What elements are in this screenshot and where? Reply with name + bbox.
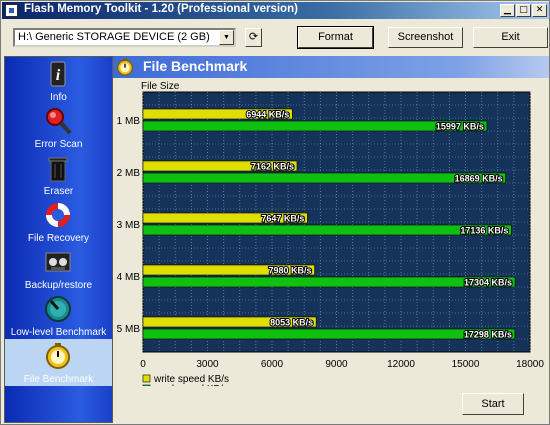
read-speed-bar [142, 172, 506, 184]
category-label: 3 MB [117, 220, 141, 231]
device-select[interactable]: H:\ Generic STORAGE DEVICE (2 GB) ▼ [13, 28, 236, 47]
exit-button[interactable]: Exit [473, 27, 548, 48]
bar-value-label: 6944 KB/s [246, 110, 289, 120]
stopwatch-icon [46, 343, 70, 369]
legend-swatch [142, 384, 151, 386]
sidebar-item-label: Error Scan [34, 139, 83, 150]
refresh-icon: ⟳ [248, 31, 259, 43]
sidebar-item-error-scan[interactable]: Error Scan [5, 104, 112, 151]
read-speed-bar [142, 224, 512, 236]
sidebar-item-label: File Recovery [27, 233, 90, 244]
sidebar: i Info Error Scan Eraser File Recovery B… [4, 56, 113, 423]
title-bar[interactable]: Flash Memory Toolkit - 1.20 (Professiona… [2, 2, 549, 19]
main-panel: File Benchmark File Size 1 MB 2 MB 3 MB 4 M… [113, 56, 549, 423]
trash-icon [48, 157, 68, 182]
x-tick-label: 3000 [196, 359, 219, 370]
x-tick-label: 15000 [452, 359, 480, 370]
bar-value-label: 7647 KB/s [261, 214, 304, 224]
category-label: 1 MB [117, 116, 141, 127]
sidebar-item-backup-restore[interactable]: Backup/restore [5, 245, 112, 292]
maximize-button[interactable]: □ [516, 4, 531, 17]
start-button[interactable]: Start [462, 393, 524, 415]
app-window: Flash Memory Toolkit - 1.20 (Professiona… [0, 0, 550, 425]
svg-text:i: i [56, 67, 61, 84]
bar-value-label: 7980 KB/s [269, 266, 312, 276]
benchmark-chart: File Size 1 MB 2 MB 3 MB 4 MB 5 MB 6944 KB/s… [117, 81, 544, 386]
category-label: 5 MB [117, 324, 141, 335]
legend-swatch [142, 374, 151, 383]
bar-value-label: 17304 KB/s [464, 278, 512, 288]
read-speed-bar [142, 276, 516, 288]
close-button[interactable]: ✕ [532, 4, 547, 17]
window-title: Flash Memory Toolkit - 1.20 (Professiona… [24, 3, 298, 15]
category-label: 4 MB [117, 272, 141, 283]
device-select-value: H:\ Generic STORAGE DEVICE (2 GB) [18, 31, 210, 43]
magnifier-icon [46, 108, 72, 135]
bar-value-label: 17136 KB/s [460, 226, 508, 236]
format-button[interactable]: Format [297, 26, 374, 49]
sidebar-item-file-benchmark[interactable]: File Benchmark [5, 339, 112, 386]
legend-label: read speed KB/s [154, 384, 228, 386]
x-tick-label: 6000 [261, 359, 284, 370]
minimize-button[interactable]: ▁ [500, 4, 515, 17]
screenshot-button[interactable]: Screenshot [388, 27, 463, 48]
chevron-down-icon[interactable]: ▼ [219, 30, 234, 45]
gauge-icon [45, 296, 71, 322]
sidebar-item-label: Eraser [43, 186, 74, 197]
sidebar-item-eraser[interactable]: Eraser [5, 151, 112, 198]
bar-value-label: 8053 KB/s [270, 318, 313, 328]
sidebar-item-low-level-benchmark[interactable]: Low-level Benchmark [5, 292, 112, 339]
sidebar-item-label: Backup/restore [24, 280, 93, 291]
refresh-button[interactable]: ⟳ [245, 28, 262, 47]
x-tick-label: 0 [140, 359, 146, 370]
sidebar-item-info[interactable]: i Info [5, 57, 112, 104]
bar-value-label: 7162 KB/s [251, 162, 294, 172]
read-speed-bar [142, 328, 516, 340]
x-tick-label: 9000 [325, 359, 348, 370]
bar-value-label: 15997 KB/s [436, 122, 484, 132]
sidebar-item-label: File Benchmark [23, 374, 94, 385]
x-tick-label: 12000 [387, 359, 415, 370]
sidebar-item-file-recovery[interactable]: File Recovery [5, 198, 112, 245]
category-label: 2 MB [117, 168, 141, 179]
bar-value-label: 17298 KB/s [464, 330, 512, 340]
app-icon [5, 4, 18, 17]
sidebar-item-label: Low-level Benchmark [10, 327, 107, 338]
y-axis-title: File Size [141, 81, 180, 92]
sidebar-item-label: Info [50, 92, 67, 103]
toolbar: H:\ Generic STORAGE DEVICE (2 GB) ▼ ⟳ Fo… [2, 19, 549, 56]
lifebuoy-icon [46, 203, 70, 227]
x-tick-label: 18000 [516, 359, 544, 370]
tape-icon [45, 252, 71, 272]
bar-value-label: 16869 KB/s [455, 174, 503, 184]
info-icon: i [50, 61, 66, 87]
